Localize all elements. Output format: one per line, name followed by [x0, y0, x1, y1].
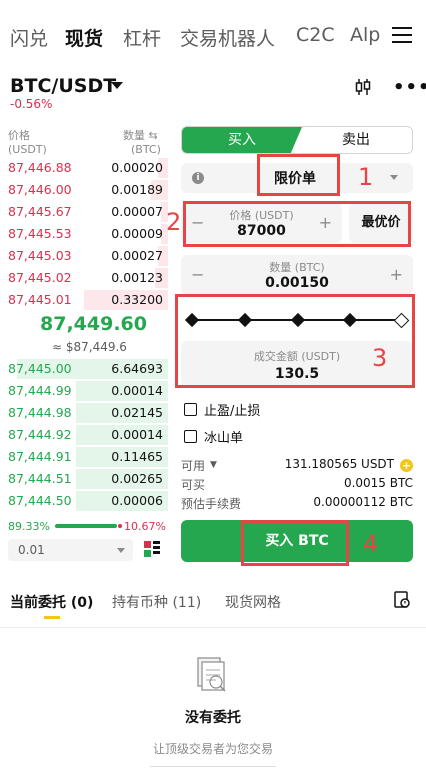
chevron-down-icon — [117, 548, 125, 553]
tab-spot-grid[interactable]: 现货网格 — [225, 592, 281, 612]
qty-unit: (BTC) — [131, 143, 161, 156]
qty-header[interactable]: 数量 ⇆ — [123, 127, 158, 143]
annotation-box-1 — [257, 154, 340, 196]
more-icon[interactable]: ••• — [393, 77, 426, 98]
can-buy-row: 可买 0.0015 BTC — [181, 476, 413, 492]
bid-row[interactable]: 87,444.99 0.00014 — [0, 380, 168, 402]
divider — [150, 766, 276, 767]
price-unit: (USDT) — [8, 143, 47, 156]
bid-row[interactable]: 87,444.51 0.00265 — [0, 468, 168, 490]
tp-sl-checkbox[interactable] — [184, 403, 197, 416]
divider — [0, 627, 426, 628]
empty-subtitle[interactable]: 让顶级交易者为您交易 — [0, 740, 426, 757]
buy-ratio: 89.33% — [8, 520, 50, 533]
sell-ratio: 10.67% — [124, 520, 166, 533]
annotation-box-4 — [241, 520, 349, 566]
ask-row[interactable]: 87,445.02 0.00123 — [0, 267, 168, 289]
menu-icon[interactable] — [392, 27, 412, 43]
order-book-layout-icon[interactable] — [143, 540, 161, 558]
available-row: 可用 ▼ 131.180565 USDT + — [181, 457, 413, 473]
pair-change: -0.56% — [10, 97, 53, 111]
pair-symbol[interactable]: BTC/USDT — [10, 75, 116, 97]
add-funds-icon[interactable]: + — [400, 459, 413, 472]
tp-sl-label[interactable]: 止盈/止损 — [204, 400, 260, 419]
price-header: 价格 — [8, 129, 30, 142]
last-price-fiat: ≈ $87,449.6 — [52, 340, 127, 354]
chevron-down-icon[interactable] — [111, 82, 123, 89]
empty-title: 没有委托 — [185, 710, 241, 726]
bid-row[interactable]: 87,444.50 0.00006 — [0, 490, 168, 512]
ask-row[interactable]: 87,445.01 0.33200 — [0, 289, 168, 311]
tab-trading-bot[interactable]: 交易机器人 — [180, 24, 275, 51]
buy-ratio-bar — [55, 524, 117, 528]
ask-row[interactable]: 87,446.88 0.00020 — [0, 157, 168, 179]
annotation-label-3: 3 — [372, 344, 388, 372]
bid-row[interactable]: 87,444.91 0.11465 — [0, 446, 168, 468]
sell-ratio-bar — [118, 524, 122, 528]
tab-swap[interactable]: 闪兑 — [10, 24, 48, 51]
annotation-label-2: 2 — [166, 208, 182, 236]
depth-precision-select[interactable]: 0.01 — [8, 539, 133, 561]
annotation-label-1: 1 — [358, 163, 374, 191]
chevron-down-icon[interactable]: ▼ — [210, 460, 217, 470]
iceberg-label[interactable]: 冰山单 — [204, 427, 243, 446]
candlestick-chart-icon[interactable] — [354, 78, 372, 96]
tab-c2c[interactable]: C2C — [296, 24, 335, 46]
top-nav: 闪兑 现货 杠杆 交易机器人 C2C Alp — [0, 0, 426, 72]
quantity-field[interactable]: − 数量 (BTC) 0.00150 + — [181, 255, 413, 295]
order-history-icon[interactable] — [393, 591, 411, 609]
plus-icon[interactable]: + — [390, 265, 403, 284]
fee-row: 预估手续费 0.00000112 BTC — [181, 495, 413, 511]
annotation-box-2 — [183, 201, 411, 247]
iceberg-checkbox[interactable] — [184, 430, 197, 443]
tab-alpha[interactable]: Alp — [350, 24, 380, 46]
bid-row[interactable]: 87,445.00 6.64693 — [0, 358, 168, 380]
tab-margin[interactable]: 杠杆 — [123, 24, 161, 51]
buy-tab[interactable]: 买入 — [182, 127, 302, 153]
active-tab-indicator — [44, 616, 60, 619]
bid-row[interactable]: 87,444.98 0.02145 — [0, 402, 168, 424]
annotation-box-3 — [175, 294, 415, 388]
chevron-down-icon — [390, 175, 398, 180]
ask-row[interactable]: 87,445.03 0.00027 — [0, 245, 168, 267]
ask-row[interactable]: 87,446.00 0.00189 — [0, 179, 168, 201]
quantity-input[interactable]: 0.00150 — [181, 275, 413, 291]
tab-spot[interactable]: 现货 — [65, 24, 103, 51]
buy-sell-switch: 买入 卖出 — [181, 126, 413, 154]
annotation-label-4: 4 — [363, 530, 379, 558]
info-icon[interactable]: i — [192, 172, 204, 184]
bid-row[interactable]: 87,444.92 0.00014 — [0, 424, 168, 446]
empty-orders-icon — [197, 657, 226, 692]
ask-row[interactable]: 87,445.53 0.00009 — [0, 223, 168, 245]
tab-holdings[interactable]: 持有币种 (11) — [112, 592, 201, 612]
sell-tab[interactable]: 卖出 — [298, 127, 412, 153]
tab-open-orders[interactable]: 当前委托 (0) — [10, 592, 93, 612]
ask-row[interactable]: 87,445.67 0.00007 — [0, 201, 168, 223]
last-price[interactable]: 87,449.60 — [40, 313, 147, 335]
